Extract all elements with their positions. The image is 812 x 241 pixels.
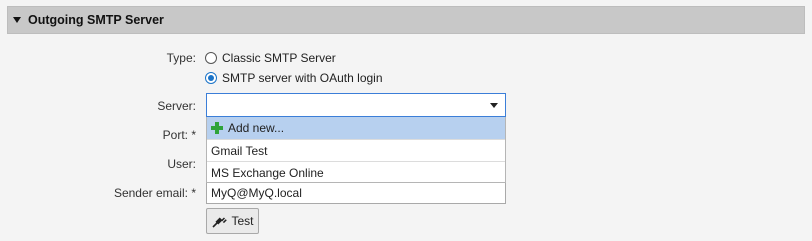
sender-email-label: Sender email: *: [113, 186, 196, 200]
required-mark: *: [191, 128, 196, 142]
test-button[interactable]: Test: [206, 208, 259, 234]
caret-down-icon[interactable]: [13, 17, 21, 23]
section-title: Outgoing SMTP Server: [28, 13, 164, 27]
dropdown-item-label: Add new...: [228, 121, 285, 135]
dropdown-item-gmail-test[interactable]: Gmail Test: [207, 139, 505, 161]
server-dropdown-list: Add new... Gmail Test MS Exchange Online: [206, 117, 506, 183]
radio-button[interactable]: [205, 72, 217, 84]
server-combobox[interactable]: [206, 93, 506, 117]
radio-button[interactable]: [205, 52, 217, 64]
dropdown-item-add-new[interactable]: Add new...: [207, 117, 505, 139]
radio-smtp-oauth[interactable]: SMTP server with OAuth login: [205, 71, 383, 85]
radio-label[interactable]: Classic SMTP Server: [222, 51, 336, 65]
server-label: Server:: [157, 99, 196, 113]
sender-email-value: MyQ@MyQ.local: [211, 186, 302, 200]
plug-icon: [212, 217, 228, 228]
chevron-down-icon[interactable]: [490, 103, 498, 108]
port-label: Port: *: [162, 128, 196, 142]
dropdown-item-ms-exchange[interactable]: MS Exchange Online: [207, 161, 505, 183]
dropdown-item-label: Gmail Test: [211, 143, 268, 158]
radio-classic-smtp[interactable]: Classic SMTP Server: [205, 51, 336, 65]
type-label: Type:: [166, 51, 196, 65]
required-mark: *: [191, 186, 196, 200]
user-label: User:: [167, 157, 196, 171]
dropdown-item-label: MS Exchange Online: [211, 165, 324, 180]
sender-email-field[interactable]: MyQ@MyQ.local: [206, 182, 506, 204]
radio-label[interactable]: SMTP server with OAuth login: [222, 71, 383, 85]
section-header-outgoing-smtp[interactable]: Outgoing SMTP Server: [7, 6, 805, 34]
test-button-label: Test: [231, 214, 254, 228]
plus-icon: [211, 122, 223, 134]
